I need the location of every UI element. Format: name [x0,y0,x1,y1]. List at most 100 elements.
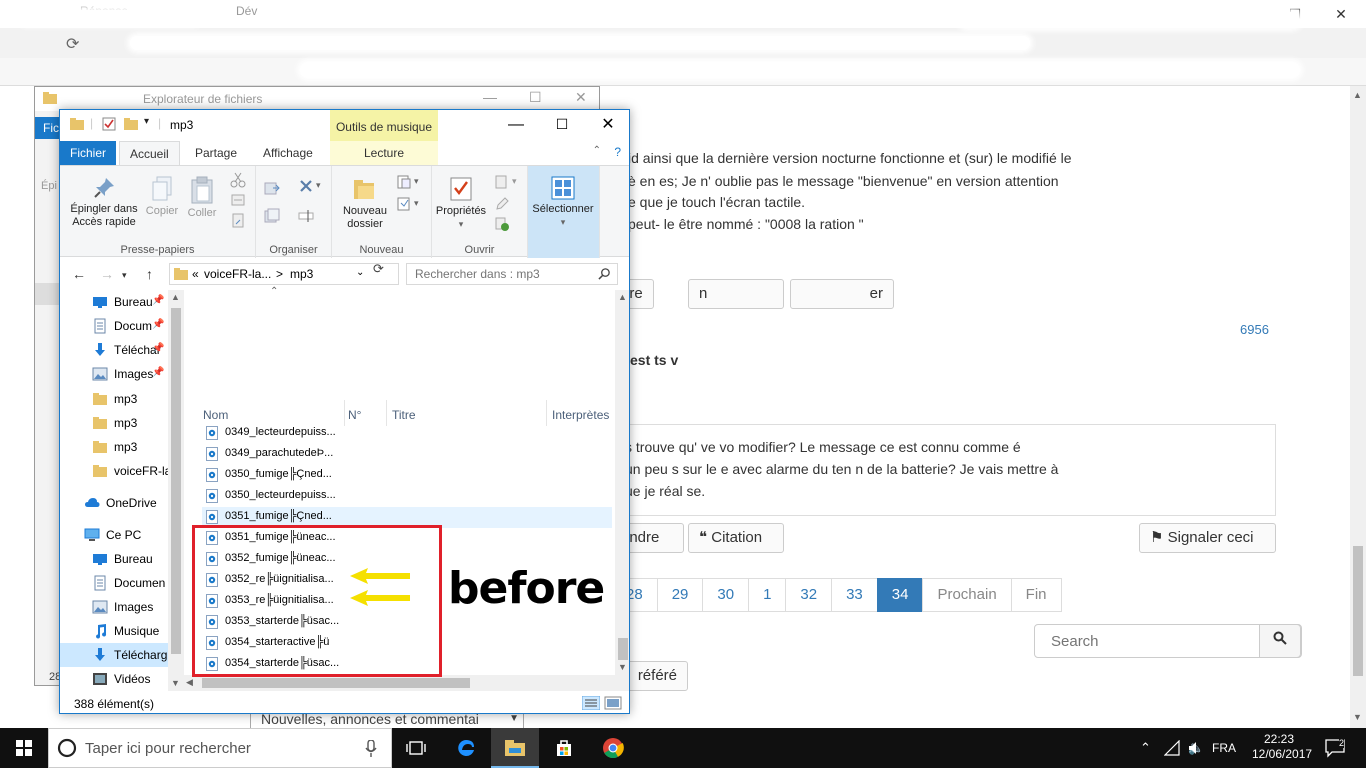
search-icon[interactable] [598,267,611,280]
close-icon[interactable]: ✕ [575,89,587,106]
nav-item-onedrive[interactable]: OneDrive [60,491,170,515]
chevron-down-icon[interactable]: ▾ [316,180,321,191]
forum-search-input[interactable] [1035,625,1261,657]
store-taskbar-button[interactable] [540,728,588,768]
properties-quick-icon[interactable] [102,117,116,131]
navigation-pane-scroll-thumb[interactable] [171,308,181,654]
nav-item-documen[interactable]: Documen [60,571,170,595]
chrome-taskbar-button[interactable] [589,728,637,768]
move-to-icon[interactable] [264,180,280,196]
properties-button[interactable]: Propriétés ▾ [432,176,490,231]
history-icon[interactable] [494,216,510,232]
copy-button[interactable]: Copier [144,176,180,218]
citation-button[interactable]: ❝ Citation [688,523,784,553]
maximize-icon[interactable]: ☐ [529,89,542,106]
recent-locations-icon[interactable]: ▾ [122,270,127,281]
scroll-up-icon[interactable]: ▲ [171,292,180,302]
file-list-hscroll-thumb[interactable] [202,678,470,688]
edge-taskbar-button[interactable] [442,728,490,768]
help-icon[interactable]: ? [614,145,621,159]
paste-button[interactable]: Coller [184,176,220,220]
nav-item-bureau[interactable]: Bureau 📌 [60,290,170,314]
file-row[interactable]: 0349_lecteurdepuiss... [202,423,612,444]
network-icon[interactable] [1164,740,1180,756]
page-link[interactable]: 33 [831,578,878,612]
page-scroll-thumb[interactable] [1353,546,1363,676]
new-folder-quick-icon[interactable] [124,117,138,131]
scroll-down-icon[interactable]: ▼ [171,678,180,688]
nav-item-musique[interactable]: Musique [60,619,170,643]
navigation-pane-scrollbar[interactable]: ▲ ▼ [168,290,184,691]
delete-icon[interactable] [298,178,314,194]
nav-item-voicefr-la[interactable]: voiceFR-la [60,459,170,483]
new-folder-button[interactable]: Nouveau dossier [336,176,394,231]
maximize-button[interactable]: ☐ [539,110,585,141]
chevron-down-icon[interactable]: ▾ [512,176,517,187]
chevron-down-icon[interactable]: ▾ [414,198,419,209]
forward-arrow-icon[interactable]: → [100,266,114,282]
file-list-vertical-scrollbar[interactable]: ▲ ▼ [615,290,629,691]
copy-to-icon[interactable] [264,208,280,224]
nav-item-t-l-charg[interactable]: Télécharg [60,643,170,667]
copy-path-icon[interactable] [230,192,246,208]
forum-search-button[interactable] [1259,624,1301,658]
nav-item-mp3[interactable]: mp3 [60,435,170,459]
column-title[interactable]: Titre [392,408,416,422]
scroll-down-icon[interactable]: ▼ [1353,712,1362,722]
page-link[interactable]: 34 [876,578,924,612]
column-number[interactable]: N° [348,408,361,422]
address-segment-voicefr[interactable]: voiceFR-la... [204,267,271,281]
input-language[interactable]: FRA [1212,741,1236,755]
scroll-down-icon[interactable]: ▼ [618,662,627,672]
minimize-icon[interactable]: — [483,89,497,105]
file-list-scroll-thumb[interactable] [618,638,628,660]
background-file-tab[interactable]: Fic [35,117,61,139]
file-row[interactable]: 0350_lecteurdepuiss... [202,486,612,507]
report-button[interactable]: ⚑ Signaler ceci [1139,523,1276,553]
edit-button[interactable]: er [790,279,894,309]
page-link[interactable]: 1 [748,578,787,612]
page-link[interactable]: 29 [656,578,704,612]
taskbar-search[interactable]: Taper ici pour rechercher [48,728,392,768]
file-list-horizontal-scrollbar[interactable]: ◀ [184,675,615,691]
page-link[interactable]: Prochain [922,578,1012,612]
refresh-icon[interactable]: ⟳ [373,261,384,277]
start-button[interactable] [0,728,48,768]
file-row[interactable]: 0349_parachutedeÞ... [202,444,612,465]
nav-item-vid-os[interactable]: Vidéos [60,667,170,691]
cut-icon[interactable] [230,172,246,188]
browser-refresh-icon[interactable]: ⟳ [66,34,79,54]
back-arrow-icon[interactable]: ← [72,266,86,282]
nav-item-t-l-char[interactable]: Téléchar 📌 [60,338,170,362]
collapse-ribbon-icon[interactable]: ⌃ [593,145,601,156]
tab-partage[interactable]: Partage [185,141,247,165]
nav-item-images[interactable]: Images [60,595,170,619]
scroll-up-icon[interactable]: ▲ [618,292,627,302]
page-link[interactable]: Fin [1010,578,1062,612]
speaker-icon[interactable] [1188,740,1202,756]
page-link[interactable]: 30 [702,578,750,612]
address-bar[interactable]: « voiceFR-la... > mp3 ⌄ [169,263,399,285]
tab-affichage[interactable]: Affichage [253,141,323,165]
details-view-icon[interactable] [582,696,600,710]
nav-item-mp3[interactable]: mp3 [60,411,170,435]
scroll-up-icon[interactable]: ▲ [1353,90,1362,100]
column-name[interactable]: Nom [203,408,228,422]
edit-icon[interactable] [494,196,510,212]
nav-item-ce-pc[interactable]: Ce PC [60,523,170,547]
paste-shortcut-icon[interactable] [230,212,246,228]
address-segment-mp3[interactable]: mp3 [290,267,313,281]
quick-access-dropdown-icon[interactable]: ▾ [144,116,149,127]
post-meta[interactable]: 6956 [1240,322,1269,337]
nav-item-bureau[interactable]: Bureau [60,547,170,571]
clock[interactable]: 22:23 12/06/2017 [1252,732,1312,762]
address-overflow[interactable]: « [192,267,199,281]
easy-access-icon[interactable] [396,196,412,212]
minimize-button[interactable]: — [493,110,539,141]
up-arrow-icon[interactable]: ↑ [146,266,153,282]
column-artists[interactable]: Interprètes [552,408,609,422]
tab-accueil[interactable]: Accueil [119,141,180,165]
close-button[interactable]: ✕ [585,110,629,141]
page-scrollbar[interactable]: ▲ ▼ [1350,86,1366,728]
explorer-search-input[interactable] [407,264,591,284]
